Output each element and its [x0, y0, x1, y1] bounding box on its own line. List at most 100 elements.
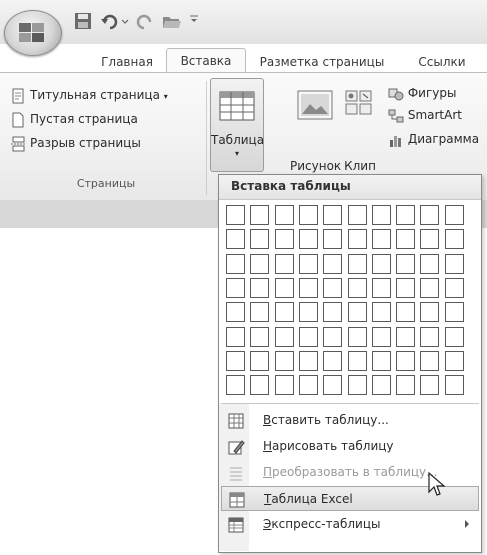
grid-cell[interactable] [444, 350, 464, 371]
grid-cell[interactable] [298, 350, 318, 371]
grid-cell[interactable] [444, 229, 464, 250]
redo-icon[interactable] [134, 10, 156, 32]
grid-cell[interactable] [250, 375, 270, 396]
grid-cell[interactable] [371, 277, 391, 298]
grid-cell[interactable] [420, 229, 440, 250]
grid-cell[interactable] [250, 229, 270, 250]
grid-cell[interactable] [347, 253, 367, 274]
clip-button-icon-wrap[interactable] [342, 89, 378, 123]
grid-cell[interactable] [323, 205, 343, 225]
grid-cell[interactable] [226, 277, 245, 298]
grid-cell[interactable] [420, 253, 440, 274]
blank-page-button[interactable]: Пустая страница [10, 109, 138, 129]
undo-icon[interactable] [98, 10, 120, 32]
shapes-button[interactable]: Фигуры [388, 83, 456, 103]
cover-page-button[interactable]: Титульная страница ▾ [10, 85, 168, 105]
grid-cell[interactable] [226, 375, 245, 396]
tab-page-layout[interactable]: Разметка страницы [252, 52, 392, 72]
grid-cell[interactable] [323, 350, 343, 371]
grid-cell[interactable] [371, 205, 391, 225]
grid-cell[interactable] [396, 302, 416, 323]
grid-cell[interactable] [323, 326, 343, 347]
grid-cell[interactable] [420, 205, 440, 225]
grid-cell[interactable] [347, 350, 367, 371]
undo-dropdown-icon[interactable] [120, 10, 130, 32]
picture-label[interactable]: Рисунок [290, 159, 341, 173]
grid-cell[interactable] [420, 302, 440, 323]
grid-cell[interactable] [371, 229, 391, 250]
grid-cell[interactable] [396, 205, 416, 225]
grid-cell[interactable] [396, 375, 416, 396]
grid-cell[interactable] [226, 350, 245, 371]
grid-cell[interactable] [420, 375, 440, 396]
draw-table-item[interactable]: Нарисовать таблицу [221, 434, 479, 459]
grid-cell[interactable] [298, 326, 318, 347]
grid-cell[interactable] [226, 302, 245, 323]
grid-cell[interactable] [274, 350, 294, 371]
table-size-grid[interactable] [226, 205, 470, 400]
grid-cell[interactable] [444, 375, 464, 396]
picture-button-icon-wrap[interactable] [292, 89, 338, 123]
grid-cell[interactable] [420, 326, 440, 347]
grid-cell[interactable] [347, 277, 367, 298]
grid-cell[interactable] [420, 350, 440, 371]
grid-cell[interactable] [298, 229, 318, 250]
tab-home[interactable]: Главная [92, 52, 162, 72]
tab-insert[interactable]: Вставка [166, 48, 246, 73]
office-button[interactable] [4, 10, 62, 56]
grid-cell[interactable] [396, 253, 416, 274]
grid-cell[interactable] [250, 253, 270, 274]
grid-cell[interactable] [226, 326, 245, 347]
grid-cell[interactable] [250, 205, 270, 225]
grid-cell[interactable] [347, 326, 367, 347]
grid-cell[interactable] [298, 277, 318, 298]
grid-cell[interactable] [298, 302, 318, 323]
grid-cell[interactable] [444, 302, 464, 323]
grid-cell[interactable] [371, 253, 391, 274]
grid-cell[interactable] [226, 229, 245, 250]
grid-cell[interactable] [347, 205, 367, 225]
grid-cell[interactable] [396, 277, 416, 298]
grid-cell[interactable] [298, 375, 318, 396]
grid-cell[interactable] [274, 205, 294, 225]
grid-cell[interactable] [444, 205, 464, 225]
grid-cell[interactable] [274, 229, 294, 250]
grid-cell[interactable] [347, 229, 367, 250]
table-button[interactable]: Таблица ▾ [210, 78, 264, 172]
grid-cell[interactable] [444, 253, 464, 274]
grid-cell[interactable] [396, 229, 416, 250]
grid-cell[interactable] [250, 350, 270, 371]
grid-cell[interactable] [298, 205, 318, 225]
grid-cell[interactable] [226, 205, 245, 225]
grid-cell[interactable] [323, 229, 343, 250]
tab-references[interactable]: Ссылки [402, 52, 482, 72]
grid-cell[interactable] [396, 350, 416, 371]
grid-cell[interactable] [250, 277, 270, 298]
grid-cell[interactable] [444, 326, 464, 347]
grid-cell[interactable] [371, 375, 391, 396]
grid-cell[interactable] [298, 253, 318, 274]
grid-cell[interactable] [371, 302, 391, 323]
grid-cell[interactable] [323, 253, 343, 274]
grid-cell[interactable] [323, 375, 343, 396]
page-break-button[interactable]: Разрыв страницы [10, 133, 141, 153]
grid-cell[interactable] [347, 302, 367, 323]
grid-cell[interactable] [323, 277, 343, 298]
grid-cell[interactable] [274, 302, 294, 323]
grid-cell[interactable] [420, 277, 440, 298]
open-folder-icon[interactable] [160, 10, 182, 32]
save-icon[interactable] [72, 10, 94, 32]
chart-button[interactable]: Диаграмма [388, 129, 479, 149]
smartart-button[interactable]: SmartArt [388, 105, 462, 125]
grid-cell[interactable] [274, 277, 294, 298]
quick-tables-item[interactable]: Экспресс-таблицы [221, 512, 479, 537]
grid-cell[interactable] [396, 326, 416, 347]
grid-cell[interactable] [371, 326, 391, 347]
grid-cell[interactable] [250, 326, 270, 347]
grid-cell[interactable] [274, 253, 294, 274]
grid-cell[interactable] [323, 302, 343, 323]
grid-cell[interactable] [371, 350, 391, 371]
grid-cell[interactable] [250, 302, 270, 323]
grid-cell[interactable] [274, 375, 294, 396]
grid-cell[interactable] [274, 326, 294, 347]
